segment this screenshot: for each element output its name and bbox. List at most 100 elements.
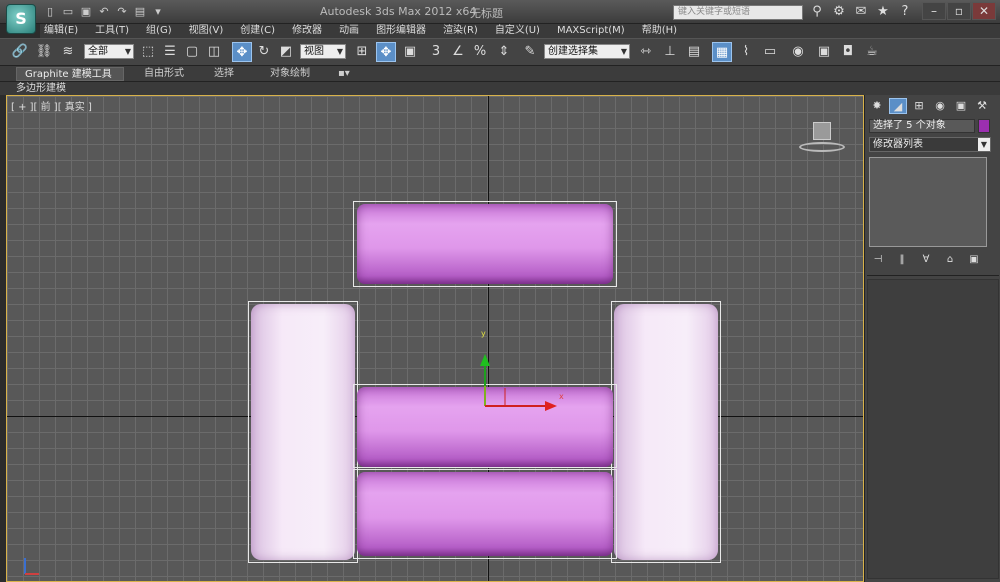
- save-file-icon[interactable]: ▣: [78, 4, 94, 20]
- subscription-icon[interactable]: ⚙: [830, 3, 848, 21]
- render-setup-icon[interactable]: ▣: [814, 42, 834, 62]
- mirror-icon[interactable]: ⇿: [636, 42, 656, 62]
- snaps-toggle-number: 3: [431, 44, 441, 59]
- menu-bar: 编辑(E) 工具(T) 组(G) 视图(V) 创建(C) 修改器 动画 图形编辑…: [40, 24, 1000, 38]
- viewcube-compass-ring[interactable]: [799, 142, 845, 152]
- close-button[interactable]: ✕: [972, 2, 996, 20]
- show-end-result-icon[interactable]: ‖: [895, 253, 909, 267]
- minimize-button[interactable]: –: [922, 2, 946, 20]
- gizmo-y-arrow[interactable]: [480, 354, 490, 366]
- gizmo-x-arrow[interactable]: [545, 401, 557, 411]
- move-gizmo[interactable]: y x: [475, 326, 575, 416]
- select-manipulate-icon[interactable]: ✥: [376, 42, 396, 62]
- menu-customize[interactable]: 自定义(U): [495, 24, 540, 38]
- menu-graph-editors[interactable]: 图形编辑器: [376, 24, 426, 38]
- curve-editor-icon[interactable]: ⌇: [736, 42, 756, 62]
- schematic-view-icon[interactable]: ▭: [760, 42, 780, 62]
- front-viewport[interactable]: [ + ][ 前 ][ 真实 ] y x: [6, 95, 864, 582]
- menu-edit[interactable]: 编辑(E): [44, 24, 78, 38]
- menu-views[interactable]: 视图(V): [189, 24, 224, 38]
- remove-modifier-icon[interactable]: ⌂: [943, 253, 957, 267]
- viewcube[interactable]: [797, 122, 847, 158]
- keyboard-shortcut-icon[interactable]: ▣: [400, 42, 420, 62]
- unlink-icon[interactable]: ⛓: [34, 42, 54, 62]
- new-file-icon[interactable]: ▯: [42, 4, 58, 20]
- menu-tools[interactable]: 工具(T): [95, 24, 129, 38]
- chevron-down-icon: ▼: [336, 47, 343, 56]
- render-teapot-icon[interactable]: ☕: [862, 42, 882, 62]
- modify-tab-icon[interactable]: ◢: [889, 98, 907, 114]
- move-tool-icon[interactable]: ✥: [232, 42, 252, 62]
- qat-dropdown-icon[interactable]: ▾: [150, 4, 166, 20]
- percent-snap-icon[interactable]: %: [470, 42, 490, 62]
- app-title: Autodesk 3ds Max 2012 x64: [320, 5, 477, 18]
- object-name-field[interactable]: 选择了 5 个对象: [869, 119, 975, 133]
- spinner-snap-icon[interactable]: ⇕: [494, 42, 514, 62]
- sofa-right-armrest-box[interactable]: [614, 304, 718, 560]
- redo-icon[interactable]: ↷: [114, 4, 130, 20]
- command-panel: ✸ ◢ ⊞ ◉ ▣ ⚒ 选择了 5 个对象 修改器列表 ▼ ⊣ ‖ ∀ ⌂ ▣: [864, 95, 1000, 582]
- make-unique-icon[interactable]: ∀: [919, 253, 933, 267]
- menu-rendering[interactable]: 渲染(R): [443, 24, 478, 38]
- select-by-name-icon[interactable]: ☰: [160, 42, 180, 62]
- search-input[interactable]: 键入关键字或短语: [673, 5, 803, 20]
- pin-stack-icon[interactable]: ⊣: [871, 253, 885, 267]
- align-icon[interactable]: ⊥: [660, 42, 680, 62]
- link-icon[interactable]: 🔗: [10, 42, 30, 62]
- menu-create[interactable]: 创建(C): [240, 24, 275, 38]
- named-selection-dropdown[interactable]: 创建选择集 ▼: [544, 44, 630, 59]
- menu-group[interactable]: 组(G): [146, 24, 172, 38]
- restore-button[interactable]: ▫: [947, 2, 971, 20]
- viewcube-face[interactable]: [813, 122, 831, 140]
- modifier-list-dropdown[interactable]: 修改器列表 ▼: [869, 137, 991, 152]
- window-controls: – ▫ ✕: [922, 2, 996, 20]
- tab-graphite-modeling[interactable]: Graphite 建模工具: [16, 67, 124, 81]
- bind-space-warp-icon[interactable]: ≋: [58, 42, 78, 62]
- hierarchy-tab-icon[interactable]: ⊞: [910, 98, 928, 114]
- select-object-icon[interactable]: ⬚: [138, 42, 158, 62]
- sofa-backrest-box[interactable]: [357, 204, 613, 284]
- layer-manager-icon[interactable]: ▤: [684, 42, 704, 62]
- infocenter-icons: ⚲ ⚙ ✉ ★ ?: [808, 3, 914, 21]
- object-color-swatch[interactable]: [978, 119, 990, 133]
- ribbon-options-icon[interactable]: ▪▾: [338, 67, 350, 81]
- scale-tool-icon[interactable]: ◩: [276, 42, 296, 62]
- rotate-tool-icon[interactable]: ↻: [254, 42, 274, 62]
- angle-snap-icon[interactable]: ∠: [448, 42, 468, 62]
- polygon-modeling-label[interactable]: 多边形建模: [16, 82, 66, 95]
- menu-animation[interactable]: 动画: [339, 24, 359, 38]
- help-icon[interactable]: ?: [896, 3, 914, 21]
- utilities-tab-icon[interactable]: ⚒: [973, 98, 991, 114]
- tab-freeform[interactable]: 自由形式: [144, 67, 184, 81]
- menu-maxscript[interactable]: MAXScript(M): [557, 24, 625, 38]
- tab-object-paint[interactable]: 对象绘制: [270, 67, 310, 81]
- rect-selection-icon[interactable]: ▢: [182, 42, 202, 62]
- communication-icon[interactable]: ✉: [852, 3, 870, 21]
- sofa-left-armrest-box[interactable]: [251, 304, 355, 560]
- pivot-center-icon[interactable]: ⊞: [352, 42, 372, 62]
- create-tab-icon[interactable]: ✸: [868, 98, 886, 114]
- sofa-seat-cushion-lower-box[interactable]: [357, 472, 613, 556]
- undo-icon[interactable]: ↶: [96, 4, 112, 20]
- app-logo-button[interactable]: S: [6, 4, 36, 34]
- menu-modifiers[interactable]: 修改器: [292, 24, 322, 38]
- binoculars-icon[interactable]: ⚲: [808, 3, 826, 21]
- open-file-icon[interactable]: ▭: [60, 4, 76, 20]
- favorites-star-icon[interactable]: ★: [874, 3, 892, 21]
- display-tab-icon[interactable]: ▣: [952, 98, 970, 114]
- snaps-toggle-icon[interactable]: 3: [426, 42, 446, 62]
- tab-selection[interactable]: 选择: [214, 67, 234, 81]
- configure-modifier-sets-icon[interactable]: ▣: [967, 253, 981, 267]
- menu-help[interactable]: 帮助(H): [642, 24, 677, 38]
- rendered-frame-icon[interactable]: ◘: [838, 42, 858, 62]
- window-crossing-icon[interactable]: ◫: [204, 42, 224, 62]
- edit-named-selections-icon[interactable]: ✎: [520, 42, 540, 62]
- project-folder-icon[interactable]: ▤: [132, 4, 148, 20]
- motion-tab-icon[interactable]: ◉: [931, 98, 949, 114]
- reference-coord-dropdown[interactable]: 视图 ▼: [300, 44, 346, 59]
- graphite-toggle-icon[interactable]: ▦: [712, 42, 732, 62]
- selection-filter-dropdown[interactable]: 全部 ▼: [84, 44, 134, 59]
- material-editor-icon[interactable]: ◉: [788, 42, 808, 62]
- modifier-stack[interactable]: [869, 157, 987, 247]
- viewport-label[interactable]: [ + ][ 前 ][ 真实 ]: [11, 98, 92, 113]
